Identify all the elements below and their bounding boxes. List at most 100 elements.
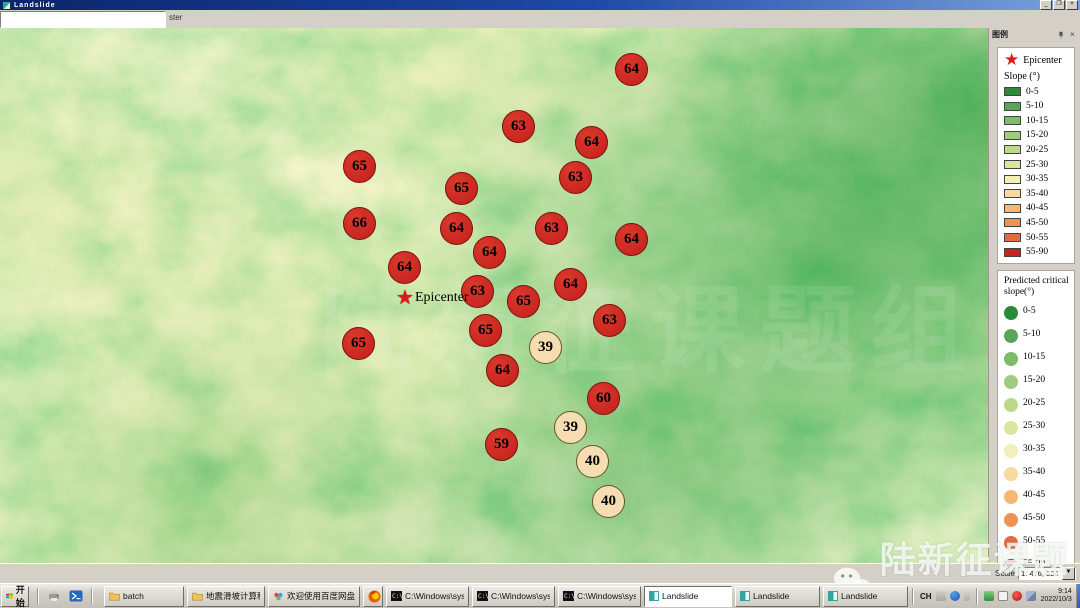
minimize-button-icon[interactable]: _ (1040, 0, 1052, 10)
slope-legend-item: 40-45 (1004, 203, 1070, 213)
flag-tray-icon[interactable] (998, 591, 1008, 601)
taskbar-button-Landslide[interactable]: Landslide (644, 586, 732, 607)
slope-marker-64[interactable]: 64 (388, 251, 421, 284)
slope-marker-39[interactable]: 39 (554, 411, 587, 444)
scale-dropdown-arrow-icon[interactable]: ▼ (1062, 567, 1075, 580)
taskbar-button-C:\Windows\syst...[interactable]: C:\C:\Windows\syst... (386, 586, 469, 607)
green-utility-tray-icon[interactable] (984, 591, 994, 601)
slope-marker-64[interactable]: 64 (575, 126, 608, 159)
slope-marker-65[interactable]: 65 (343, 150, 376, 183)
legend-panel-title: 图例 (992, 29, 1008, 40)
slope-marker-40[interactable]: 40 (592, 485, 625, 518)
language-indicator[interactable]: CH (918, 592, 934, 601)
svg-text:C:\: C:\ (564, 593, 574, 600)
slope-legend-title: Slope (°) (1004, 71, 1070, 82)
task-buttons: batch地震滑坡计算程...欢迎使用百度网盘 C:\C:\Windows\sys… (101, 586, 908, 607)
predicted-legend-rows: 0-55-1010-1515-2020-2525-3030-3535-4040-… (1004, 302, 1070, 573)
slope-marker-59[interactable]: 59 (485, 428, 518, 461)
forbidden-tray-icon[interactable] (1012, 591, 1022, 601)
windows-logo-icon (6, 591, 13, 601)
predicted-swatch-circle (1004, 513, 1018, 527)
taskbar-button-Landslide[interactable]: Landslide (735, 586, 820, 607)
status-bar: Scale 1: 476, 524 ▼ (0, 563, 1080, 583)
taskbar-button-C:\Windows\syst...[interactable]: C:\C:\Windows\syst... (558, 586, 641, 607)
slope-marker-63[interactable]: 63 (559, 161, 592, 194)
slope-marker-63[interactable]: 63 (593, 304, 626, 337)
window-title: Landslide (14, 2, 56, 9)
close-button-icon[interactable]: × (1066, 0, 1078, 10)
folder-icon (109, 591, 120, 601)
slope-marker-65[interactable]: 65 (469, 314, 502, 347)
taskbar-button-batch[interactable]: batch (104, 586, 184, 607)
slope-marker-60[interactable]: 60 (587, 382, 620, 415)
toolbar: ster (0, 10, 1080, 29)
slope-marker-66[interactable]: 66 (343, 207, 376, 240)
taskbar-button-欢迎使用百度网盘[interactable]: 欢迎使用百度网盘 (268, 586, 360, 607)
predicted-legend-title: Predicted critical slope(°) (1004, 276, 1070, 297)
svg-text:C:\: C:\ (392, 593, 402, 600)
predicted-swatch-circle (1004, 329, 1018, 343)
pin-icon[interactable] (1056, 30, 1065, 39)
slope-legend-item: 5-10 (1004, 101, 1070, 111)
slope-legend-item: 25-30 (1004, 160, 1070, 170)
system-tray: CH 9:14 2022/10/3 (908, 584, 1080, 608)
slope-marker-65[interactable]: 65 (445, 172, 478, 205)
taskbar-button-地震滑坡计算程...[interactable]: 地震滑坡计算程... (187, 586, 265, 607)
slope-marker-40[interactable]: 40 (576, 445, 609, 478)
divider (912, 588, 914, 605)
start-button[interactable]: 开始 (1, 586, 29, 607)
slope-marker-64[interactable]: 64 (615, 53, 648, 86)
slope-marker-64[interactable]: 64 (440, 212, 473, 245)
window-titlebar: Landslide _ ❐ × (0, 0, 1080, 10)
slope-marker-63[interactable]: 63 (535, 212, 568, 245)
slope-marker-64[interactable]: 64 (473, 236, 506, 269)
show-desktop-button[interactable] (1076, 584, 1080, 608)
scale-value: 1: 476, 524 (1019, 569, 1062, 578)
scale-label: Scale (995, 569, 1015, 578)
quick-launch (37, 588, 93, 604)
predicted-legend-box: Predicted critical slope(°) 0-55-1010-15… (997, 270, 1075, 580)
cmd-icon: C:\ (563, 591, 574, 601)
terrain-raster (0, 28, 1080, 563)
slope-swatch (1004, 175, 1021, 184)
slope-marker-64[interactable]: 64 (554, 268, 587, 301)
clock[interactable]: 9:14 2022/10/3 (1041, 588, 1072, 604)
map-canvas[interactable]: 陆新征课题组 646364656365666463646464646365636… (0, 28, 1080, 563)
slope-marker-63[interactable]: 63 (502, 110, 535, 143)
predicted-swatch-circle (1004, 375, 1018, 389)
panel-close-icon[interactable]: × (1068, 30, 1077, 39)
slope-marker-65[interactable]: 65 (342, 327, 375, 360)
predicted-legend-item: 5-10 (1004, 325, 1070, 343)
network-tray-icon[interactable] (1026, 591, 1036, 601)
slope-swatch (1004, 131, 1021, 140)
slope-swatch (1004, 87, 1021, 96)
slope-legend-item: 50-55 (1004, 233, 1070, 243)
printer-icon[interactable] (47, 589, 61, 603)
predicted-swatch-circle (1004, 421, 1018, 435)
predicted-swatch-circle (1004, 444, 1018, 458)
tray-expand-icon[interactable] (964, 591, 970, 601)
powershell-icon[interactable] (69, 589, 83, 603)
clock-date: 2022/10/3 (1041, 596, 1072, 603)
taskbar-button-Landslide[interactable]: Landslide (823, 586, 908, 607)
layer-combobox[interactable] (0, 11, 166, 28)
predicted-legend-item: 15-20 (1004, 371, 1070, 389)
slope-marker-39[interactable]: 39 (529, 331, 562, 364)
folder-icon (192, 591, 203, 601)
scale-combobox[interactable]: 1: 476, 524 ▼ (1018, 567, 1076, 580)
taskbar-button-firefox[interactable] (363, 586, 383, 607)
netdisk-icon (273, 591, 284, 602)
slope-marker-64[interactable]: 64 (615, 223, 648, 256)
legend-panel: 图例 × ★ Epicenter Slope (°) 0-55-1010-151… (988, 28, 1080, 562)
slope-legend-item: 35-40 (1004, 189, 1070, 199)
predicted-legend-item: 30-35 (1004, 440, 1070, 458)
help-icon[interactable] (950, 591, 960, 601)
slope-marker-65[interactable]: 65 (507, 285, 540, 318)
speaker-icon[interactable] (936, 591, 946, 601)
taskbar-button-C:\Windows\syst...[interactable]: C:\C:\Windows\syst... (472, 586, 555, 607)
slope-marker-63[interactable]: 63 (461, 275, 494, 308)
slope-marker-64[interactable]: 64 (486, 354, 519, 387)
maximize-button-icon[interactable]: ❐ (1053, 0, 1065, 10)
predicted-legend-item: 35-40 (1004, 463, 1070, 481)
predicted-swatch-circle (1004, 490, 1018, 504)
